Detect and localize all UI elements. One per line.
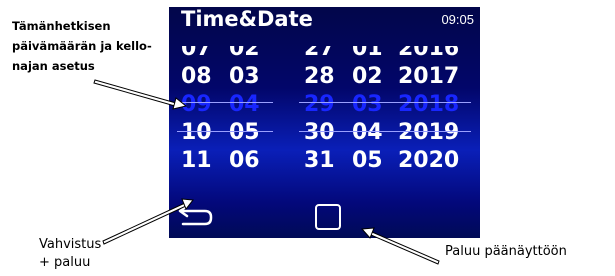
- callout-arrow-head: [360, 227, 375, 239]
- callout-arrow-head: [172, 97, 188, 110]
- callout-arrow: [370, 231, 440, 265]
- callout-arrow: [102, 202, 187, 245]
- callout-arrows: [93, 79, 440, 265]
- callout-arrow: [93, 79, 177, 107]
